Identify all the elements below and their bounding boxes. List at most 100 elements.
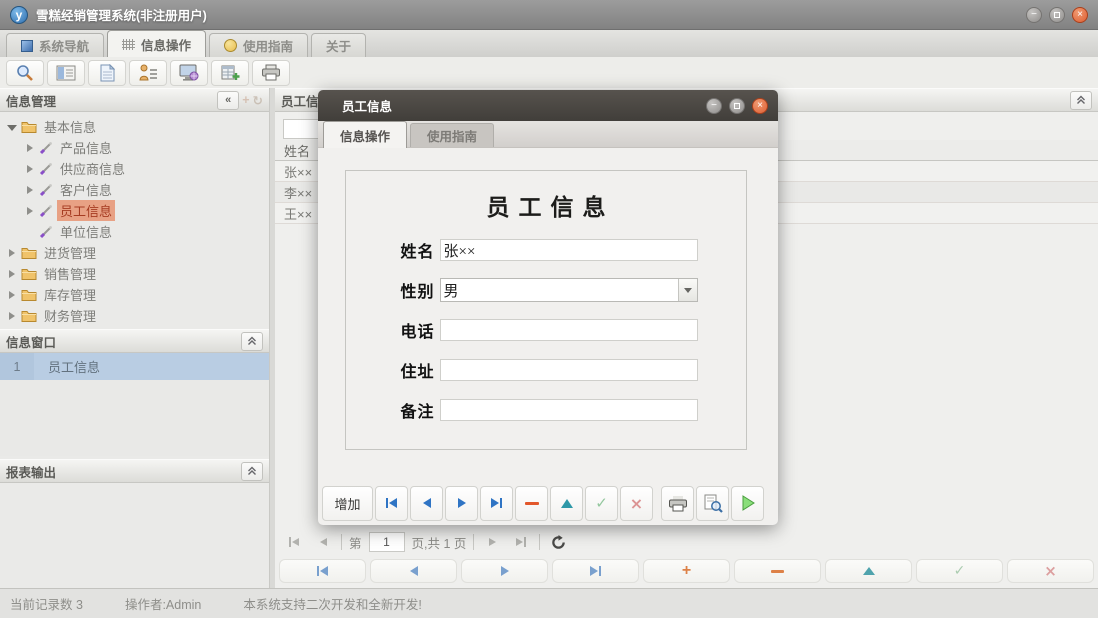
document-button[interactable] xyxy=(88,60,126,86)
collapse-report-button[interactable] xyxy=(241,462,263,481)
tab-system-nav[interactable]: 系统导航 xyxy=(6,33,104,57)
gender-select[interactable] xyxy=(440,278,698,302)
tree-item-purchase-mgmt[interactable]: 进货管理 xyxy=(0,242,269,263)
maximize-icon[interactable] xyxy=(1049,7,1065,23)
folder-icon xyxy=(21,288,37,301)
employee-list-button[interactable] xyxy=(129,60,167,86)
dialog-minimize-icon[interactable]: − xyxy=(706,98,722,114)
collapsed-arrow-icon[interactable] xyxy=(27,144,33,152)
wand-icon xyxy=(39,204,53,218)
tree-item-label: 单位信息 xyxy=(57,221,115,242)
cancel-button[interactable]: × xyxy=(1007,559,1094,583)
refresh-panel-icon[interactable]: ↻ xyxy=(253,93,263,108)
tree-item-customer-info[interactable]: 客户信息 xyxy=(0,179,269,200)
collapsed-arrow-icon[interactable] xyxy=(27,186,33,194)
minimize-icon[interactable]: − xyxy=(1026,7,1042,23)
phone-input[interactable] xyxy=(440,319,698,341)
info-window-item-employee[interactable]: 1 员工信息 xyxy=(0,353,269,380)
plus-icon: + xyxy=(682,563,691,579)
chevron-up-icon xyxy=(247,336,257,346)
collapsed-arrow-icon[interactable] xyxy=(27,207,33,215)
collapsed-arrow-icon[interactable] xyxy=(9,249,15,257)
print-preview-button[interactable] xyxy=(696,486,729,521)
dialog-tab-info-operation[interactable]: 信息操作 xyxy=(323,121,407,148)
tree-item-inventory-mgmt[interactable]: 库存管理 xyxy=(0,284,269,305)
note-input[interactable] xyxy=(440,399,698,421)
refresh-button[interactable] xyxy=(547,532,569,552)
add-panel-icon[interactable]: + xyxy=(242,93,249,107)
tab-info-operation[interactable]: 信息操作 xyxy=(107,30,206,57)
tree-item-supplier-info[interactable]: 供应商信息 xyxy=(0,158,269,179)
info-tree: 基本信息 产品信息 供应商信息 客户信息 xyxy=(0,112,269,326)
dialog-close-icon[interactable]: × xyxy=(752,98,768,114)
tree-item-product-info[interactable]: 产品信息 xyxy=(0,137,269,158)
collapsed-arrow-icon[interactable] xyxy=(9,312,15,320)
system-nav-icon xyxy=(21,40,33,52)
last-page-button[interactable] xyxy=(510,532,532,552)
tree-item-unit-info[interactable]: 单位信息 xyxy=(0,221,269,242)
dialog-titlebar[interactable]: 员工信息 − × xyxy=(318,90,778,121)
info-window-panel-header: 信息窗口 xyxy=(0,329,269,353)
first-record-button[interactable] xyxy=(375,486,408,521)
next-record-button[interactable] xyxy=(445,486,478,521)
form-title: 员工信息 xyxy=(346,188,746,222)
tree-item-basic-info[interactable]: 基本信息 xyxy=(0,116,269,137)
dialog-tab-user-guide[interactable]: 使用指南 xyxy=(410,123,494,147)
first-record-button[interactable] xyxy=(279,559,366,583)
close-icon[interactable]: × xyxy=(1072,7,1088,23)
note-label: 备注 xyxy=(395,398,435,422)
name-input[interactable] xyxy=(440,239,698,261)
collapse-info-window-button[interactable] xyxy=(241,332,263,351)
collapsed-arrow-icon[interactable] xyxy=(9,270,15,278)
last-record-button[interactable] xyxy=(552,559,639,583)
collapse-main-panel-button[interactable] xyxy=(1070,91,1092,110)
dropdown-button[interactable] xyxy=(678,279,697,301)
gender-value-input[interactable] xyxy=(441,279,678,301)
collapsed-arrow-icon[interactable] xyxy=(27,165,33,173)
cancel-button[interactable]: × xyxy=(620,486,653,521)
prev-record-button[interactable] xyxy=(410,486,443,521)
next-page-button[interactable] xyxy=(481,532,503,552)
table-add-button[interactable] xyxy=(211,60,249,86)
tree-item-label: 供应商信息 xyxy=(57,158,128,179)
prev-page-button[interactable] xyxy=(312,532,334,552)
next-record-button[interactable] xyxy=(461,559,548,583)
wand-icon xyxy=(39,162,53,176)
last-record-button[interactable] xyxy=(480,486,513,521)
status-message: 本系统支持二次开发和全新开发! xyxy=(243,594,421,613)
dialog-maximize-icon[interactable] xyxy=(729,98,745,114)
add-record-button[interactable]: + xyxy=(643,559,730,583)
tree-item-sales-mgmt[interactable]: 销售管理 xyxy=(0,263,269,284)
printer-button[interactable] xyxy=(252,60,290,86)
edit-record-button[interactable] xyxy=(825,559,912,583)
delete-record-button[interactable] xyxy=(515,486,548,521)
delete-record-button[interactable] xyxy=(734,559,821,583)
prev-record-button[interactable] xyxy=(370,559,457,583)
document-icon xyxy=(100,64,115,82)
confirm-button[interactable]: ✓ xyxy=(585,486,618,521)
tree-item-finance-mgmt[interactable]: 财务管理 xyxy=(0,305,269,326)
collapsed-arrow-icon[interactable] xyxy=(9,291,15,299)
first-page-button[interactable] xyxy=(283,532,305,552)
tab-user-guide[interactable]: 使用指南 xyxy=(209,33,308,57)
collapse-sidebar-button[interactable]: « xyxy=(217,91,239,110)
run-button[interactable] xyxy=(731,486,764,521)
separator xyxy=(539,534,540,550)
address-input[interactable] xyxy=(440,359,698,381)
tab-about[interactable]: 关于 xyxy=(311,33,366,57)
expanded-arrow-icon[interactable] xyxy=(7,125,17,131)
edit-record-button[interactable] xyxy=(550,486,583,521)
x-icon: × xyxy=(630,494,643,513)
tab-label: 系统导航 xyxy=(39,36,89,55)
cell-name: 张×× xyxy=(275,162,312,181)
form-view-button[interactable] xyxy=(47,60,85,86)
folder-icon xyxy=(21,309,37,322)
confirm-button[interactable]: ✓ xyxy=(916,559,1003,583)
page-suffix-label: 页,共 1 页 xyxy=(412,533,467,552)
add-button[interactable]: 增加 xyxy=(322,486,373,521)
monitor-globe-button[interactable] xyxy=(170,60,208,86)
page-number-input[interactable] xyxy=(369,532,405,552)
tree-item-employee-info[interactable]: 员工信息 xyxy=(0,200,269,221)
print-button[interactable] xyxy=(661,486,694,521)
search-button[interactable] xyxy=(6,60,44,86)
